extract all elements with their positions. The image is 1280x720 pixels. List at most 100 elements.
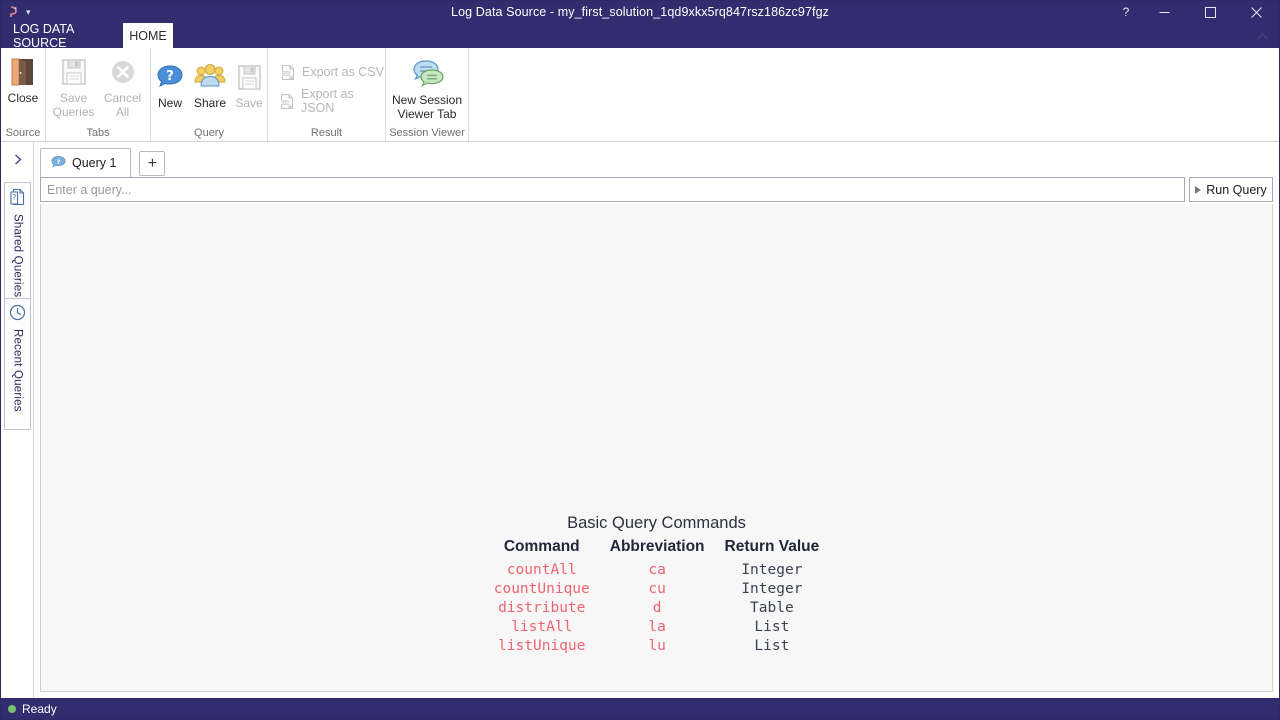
ribbon-group-tabs-label: Tabs — [86, 127, 110, 139]
cell-return-value: List — [754, 637, 790, 654]
basic-query-commands-block: Basic Query Commands Command Abbreviatio… — [41, 514, 1272, 655]
people-group-icon — [193, 60, 227, 94]
sidebar-item-shared-queries[interactable]: ? Shared Queries — [4, 182, 31, 314]
result-pane: Basic Query Commands Command Abbreviatio… — [40, 204, 1273, 692]
close-button[interactable] — [1233, 1, 1279, 23]
speech-bubble-question-icon: ? — [51, 155, 66, 172]
play-triangle-icon — [1195, 185, 1202, 194]
column-header-command: Command — [503, 538, 580, 555]
cancel-all-button[interactable]: Cancel All — [98, 51, 147, 119]
maximize-icon — [1204, 6, 1216, 18]
expand-panel-button[interactable] — [10, 154, 26, 170]
document-question-icon: ? — [9, 188, 26, 211]
csv-file-icon: CSV — [280, 63, 296, 81]
svg-text:JSON: JSON — [280, 101, 289, 105]
speech-bubble-question-icon: ? — [155, 60, 185, 94]
export-as-csv-button[interactable]: CSV Export as CSV — [274, 61, 385, 83]
export-as-csv-label: Export as CSV — [302, 65, 384, 79]
new-query-button[interactable]: ? New — [151, 56, 189, 110]
sidebar-item-shared-queries-label: Shared Queries — [11, 214, 24, 298]
cell-abbreviation: cu — [648, 580, 666, 597]
ribbon-group-session-viewer-label: Session Viewer — [389, 127, 465, 139]
add-query-tab-button[interactable]: + — [139, 151, 166, 176]
commands-table-title: Basic Query Commands — [567, 514, 746, 532]
minimize-icon — [1159, 7, 1170, 18]
cell-abbreviation: la — [648, 618, 666, 635]
clock-icon — [9, 304, 26, 326]
column-header-abbreviation: Abbreviation — [609, 538, 705, 555]
column-header-return-value: Return Value — [724, 538, 820, 555]
commands-table: Basic Query Commands Command Abbreviatio… — [484, 514, 830, 655]
window-title: Log Data Source - my_first_solution_1qd9… — [451, 5, 829, 19]
application-window: ▾ Log Data Source - my_first_solution_1q… — [0, 0, 1280, 720]
ribbon-group-source-label: Source — [5, 127, 41, 139]
new-session-viewer-label-line1: New Session — [391, 93, 463, 107]
title-bar: ▾ Log Data Source - my_first_solution_1q… — [1, 1, 1279, 23]
table-row: listAll la List — [484, 617, 830, 636]
cell-abbreviation: lu — [648, 637, 666, 654]
cell-command: listUnique — [498, 637, 586, 654]
run-query-button[interactable]: Run Query — [1189, 177, 1273, 202]
tab-home[interactable]: HOME — [123, 23, 173, 48]
save-queries-button[interactable]: Save Queries — [49, 51, 98, 119]
two-speech-bubbles-icon — [406, 57, 448, 91]
minimize-button[interactable] — [1141, 1, 1187, 23]
table-header-row: Command Abbreviation Return Value — [484, 537, 830, 560]
query-tab-query-1[interactable]: ? Query 1 — [40, 148, 132, 177]
maximize-button[interactable] — [1187, 1, 1233, 23]
sidebar-item-recent-queries-label: Recent Queries — [11, 329, 24, 412]
ribbon-group-source: Close Source — [1, 48, 46, 141]
cell-return-value: Integer — [741, 561, 803, 578]
cell-command: distribute — [498, 599, 586, 616]
cell-abbreviation: d — [652, 599, 662, 616]
floppy-disk-icon — [235, 60, 263, 94]
new-session-viewer-tab-button[interactable]: New Session Viewer Tab — [388, 53, 466, 121]
tab-log-data-source[interactable]: LOG DATA SOURCE — [1, 22, 123, 50]
cancel-all-label-line2: All — [115, 105, 130, 119]
sidebar-item-recent-queries[interactable]: Recent Queries — [4, 298, 31, 430]
ribbon-tab-strip: LOG DATA SOURCE HOME — [1, 22, 1279, 50]
cell-command: countAll — [506, 561, 577, 578]
svg-text:?: ? — [57, 157, 61, 165]
ribbon-group-tabs: Save Queries Cancel All Tabs — [46, 48, 151, 141]
expand-panel-icon — [12, 153, 25, 171]
new-session-viewer-label-line2: Viewer Tab — [397, 107, 457, 121]
ribbon-group-session-viewer: New Session Viewer Tab Session Viewer — [386, 48, 469, 141]
save-queries-label-line2: Queries — [52, 105, 95, 119]
open-door-icon — [9, 55, 37, 89]
svg-text:?: ? — [12, 193, 16, 202]
help-button[interactable]: ? — [1111, 1, 1141, 23]
cell-return-value: Integer — [741, 580, 803, 597]
json-file-icon: JSON — [280, 92, 295, 110]
ribbon-group-query-label: Query — [194, 127, 224, 139]
cell-command: listAll — [511, 618, 573, 635]
floppy-disk-icon — [60, 55, 88, 89]
query-tab-label: Query 1 — [72, 156, 117, 170]
export-as-json-label: Export as JSON — [301, 87, 354, 115]
table-row: distribute d Table — [484, 598, 830, 617]
ribbon-group-query: ? New Share Save Query — [151, 48, 268, 141]
query-input[interactable] — [40, 177, 1185, 202]
save-query-button[interactable]: Save — [231, 56, 267, 110]
query-bar: Run Query — [40, 177, 1273, 202]
window-controls: ? — [1111, 1, 1279, 23]
left-sidebar: ? Shared Queries Recent Queries — [1, 142, 34, 698]
close-icon — [1250, 6, 1262, 18]
share-query-button[interactable]: Share — [189, 56, 231, 110]
cancel-circle-icon — [109, 55, 137, 89]
svg-text:CSV: CSV — [282, 72, 290, 76]
run-query-label: Run Query — [1206, 182, 1267, 197]
ribbon: Close Source Save Queries Cancel All Tab… — [1, 48, 1279, 142]
close-source-button[interactable]: Close — [1, 51, 45, 105]
share-query-label: Share — [193, 96, 227, 110]
new-query-label: New — [157, 96, 182, 110]
ribbon-group-result: CSV Export as CSV JSON Export as JSON Re… — [268, 48, 386, 141]
save-query-label: Save — [235, 96, 263, 110]
ribbon-collapse-button[interactable] — [1253, 29, 1271, 45]
close-source-label: Close — [7, 91, 39, 105]
chevron-up-icon — [1256, 28, 1269, 46]
ribbon-group-result-label: Result — [310, 127, 343, 139]
cell-return-value: Table — [750, 599, 794, 616]
export-as-json-button[interactable]: JSON Export as JSON — [274, 87, 385, 115]
green-status-dot-icon — [8, 704, 16, 713]
